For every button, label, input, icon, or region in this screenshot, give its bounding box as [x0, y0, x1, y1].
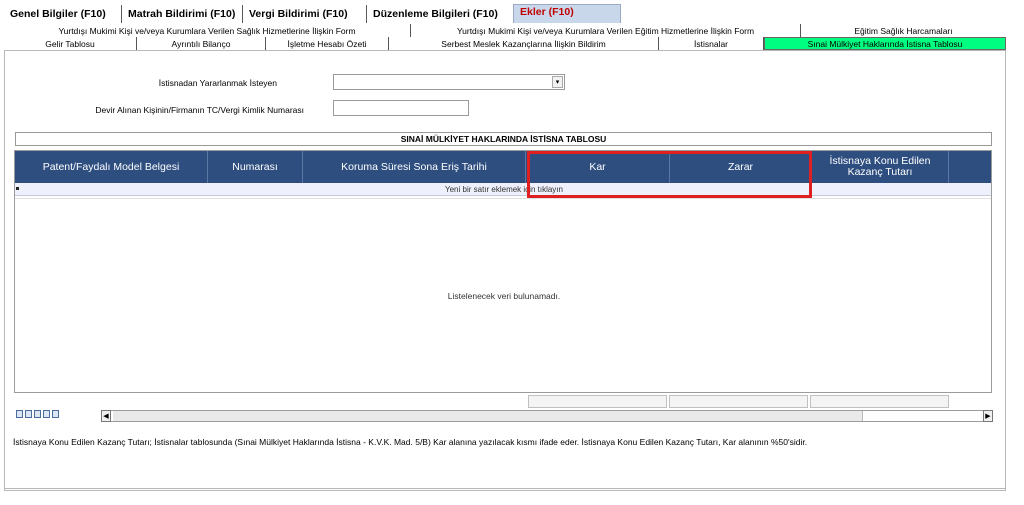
- footer-cell-kar: [528, 395, 667, 408]
- highlight-box: [527, 151, 812, 198]
- subtab-ayrintili-bilanco[interactable]: Ayrıntılı Bilanço: [137, 37, 266, 50]
- data-grid: Patent/Faydalı Model Belgesi Numarası Ko…: [14, 150, 992, 393]
- empty-message: Listelenecek veri bulunamadı.: [447, 291, 561, 301]
- subtab-egitim-hizmetleri-form[interactable]: Yurtdışı Mukimi Kişi ve/veya Kurumlara V…: [411, 24, 801, 37]
- column-header-patent[interactable]: Patent/Faydalı Model Belgesi: [15, 151, 208, 183]
- tab-matrah-bildirimi[interactable]: Matrah Bildirimi (F10): [122, 5, 243, 23]
- tab-duzenleme-bilgileri[interactable]: Düzenleme Bilgileri (F10): [367, 5, 507, 23]
- column-header-istisna-kazanc[interactable]: İstisnaya Konu Edilen Kazanç Tutarı: [812, 151, 949, 183]
- column-header-filler: [949, 151, 991, 183]
- horizontal-scrollbar[interactable]: ◀ ▶: [101, 410, 993, 422]
- print-icon[interactable]: [52, 410, 59, 418]
- scroll-thumb[interactable]: [113, 411, 863, 421]
- bottom-divider: [4, 488, 1006, 491]
- subtab-sinai-mulkiyet[interactable]: Sınai Mülkiyet Haklarında İstisna Tablos…: [764, 37, 1006, 50]
- column-header-numarasi[interactable]: Numarası: [208, 151, 303, 183]
- tab-genel-bilgiler[interactable]: Genel Bilgiler (F10): [4, 5, 122, 23]
- subtab-egitim-saglik-harcamalari[interactable]: Eğitim Sağlık Harcamaları: [801, 24, 1006, 37]
- export-icon[interactable]: [43, 410, 50, 418]
- main-tab-bar: Genel Bilgiler (F10) Matrah Bildirimi (F…: [4, 3, 621, 23]
- grid-toolbar: [16, 410, 59, 418]
- chevron-down-icon[interactable]: ▾: [552, 76, 563, 88]
- save-icon[interactable]: [16, 410, 23, 418]
- row-indicator-icon: [16, 187, 19, 190]
- subtab-gelir-tablosu[interactable]: Gelir Tablosu: [4, 37, 137, 50]
- table-title: SINAİ MÜLKİYET HAKLARINDA İSTİSNA TABLOS…: [15, 132, 992, 146]
- beneficiary-select[interactable]: ▾: [333, 74, 565, 90]
- subtab-saglik-hizmetleri-form[interactable]: Yurtdışı Mukimi Kişi ve/veya Kurumlara V…: [4, 24, 411, 37]
- subtab-isletme-hesabi-ozeti[interactable]: İşletme Hesabı Özeti: [266, 37, 389, 50]
- scroll-left-icon[interactable]: ◀: [101, 410, 111, 422]
- subtab-istisnalar[interactable]: İstisnalar: [659, 37, 764, 50]
- beneficiary-label: İstisnadan Yararlanmak İsteyen: [158, 78, 277, 88]
- footer-cell-istisna: [810, 395, 949, 408]
- column-header-koruma-suresi[interactable]: Koruma Süresi Sona Eriş Tarihi: [303, 151, 526, 183]
- filter-icon[interactable]: [34, 410, 41, 418]
- view-icon[interactable]: [25, 410, 32, 418]
- add-row-button[interactable]: Yeni bir satır eklemek için tıklayın: [15, 183, 991, 196]
- taxid-input[interactable]: [333, 100, 469, 116]
- sub-tab-grid: Yurtdışı Mukimi Kişi ve/veya Kurumlara V…: [4, 24, 1006, 50]
- tab-vergi-bildirimi[interactable]: Vergi Bildirimi (F10): [243, 5, 367, 23]
- scroll-right-icon[interactable]: ▶: [983, 410, 993, 422]
- info-note: İstisnaya Konu Edilen Kazanç Tutarı; İst…: [13, 437, 808, 447]
- footer-cell-zarar: [669, 395, 808, 408]
- tab-ekler[interactable]: Ekler (F10): [513, 4, 621, 23]
- grid-footer: [528, 395, 951, 409]
- taxid-label: Devir Alınan Kişinin/Firmanın TC/Vergi K…: [95, 105, 304, 115]
- grid-header: Patent/Faydalı Model Belgesi Numarası Ko…: [15, 151, 991, 183]
- row-separator: [15, 196, 991, 199]
- subtab-serbest-meslek[interactable]: Serbest Meslek Kazançlarına İlişkin Bild…: [389, 37, 659, 50]
